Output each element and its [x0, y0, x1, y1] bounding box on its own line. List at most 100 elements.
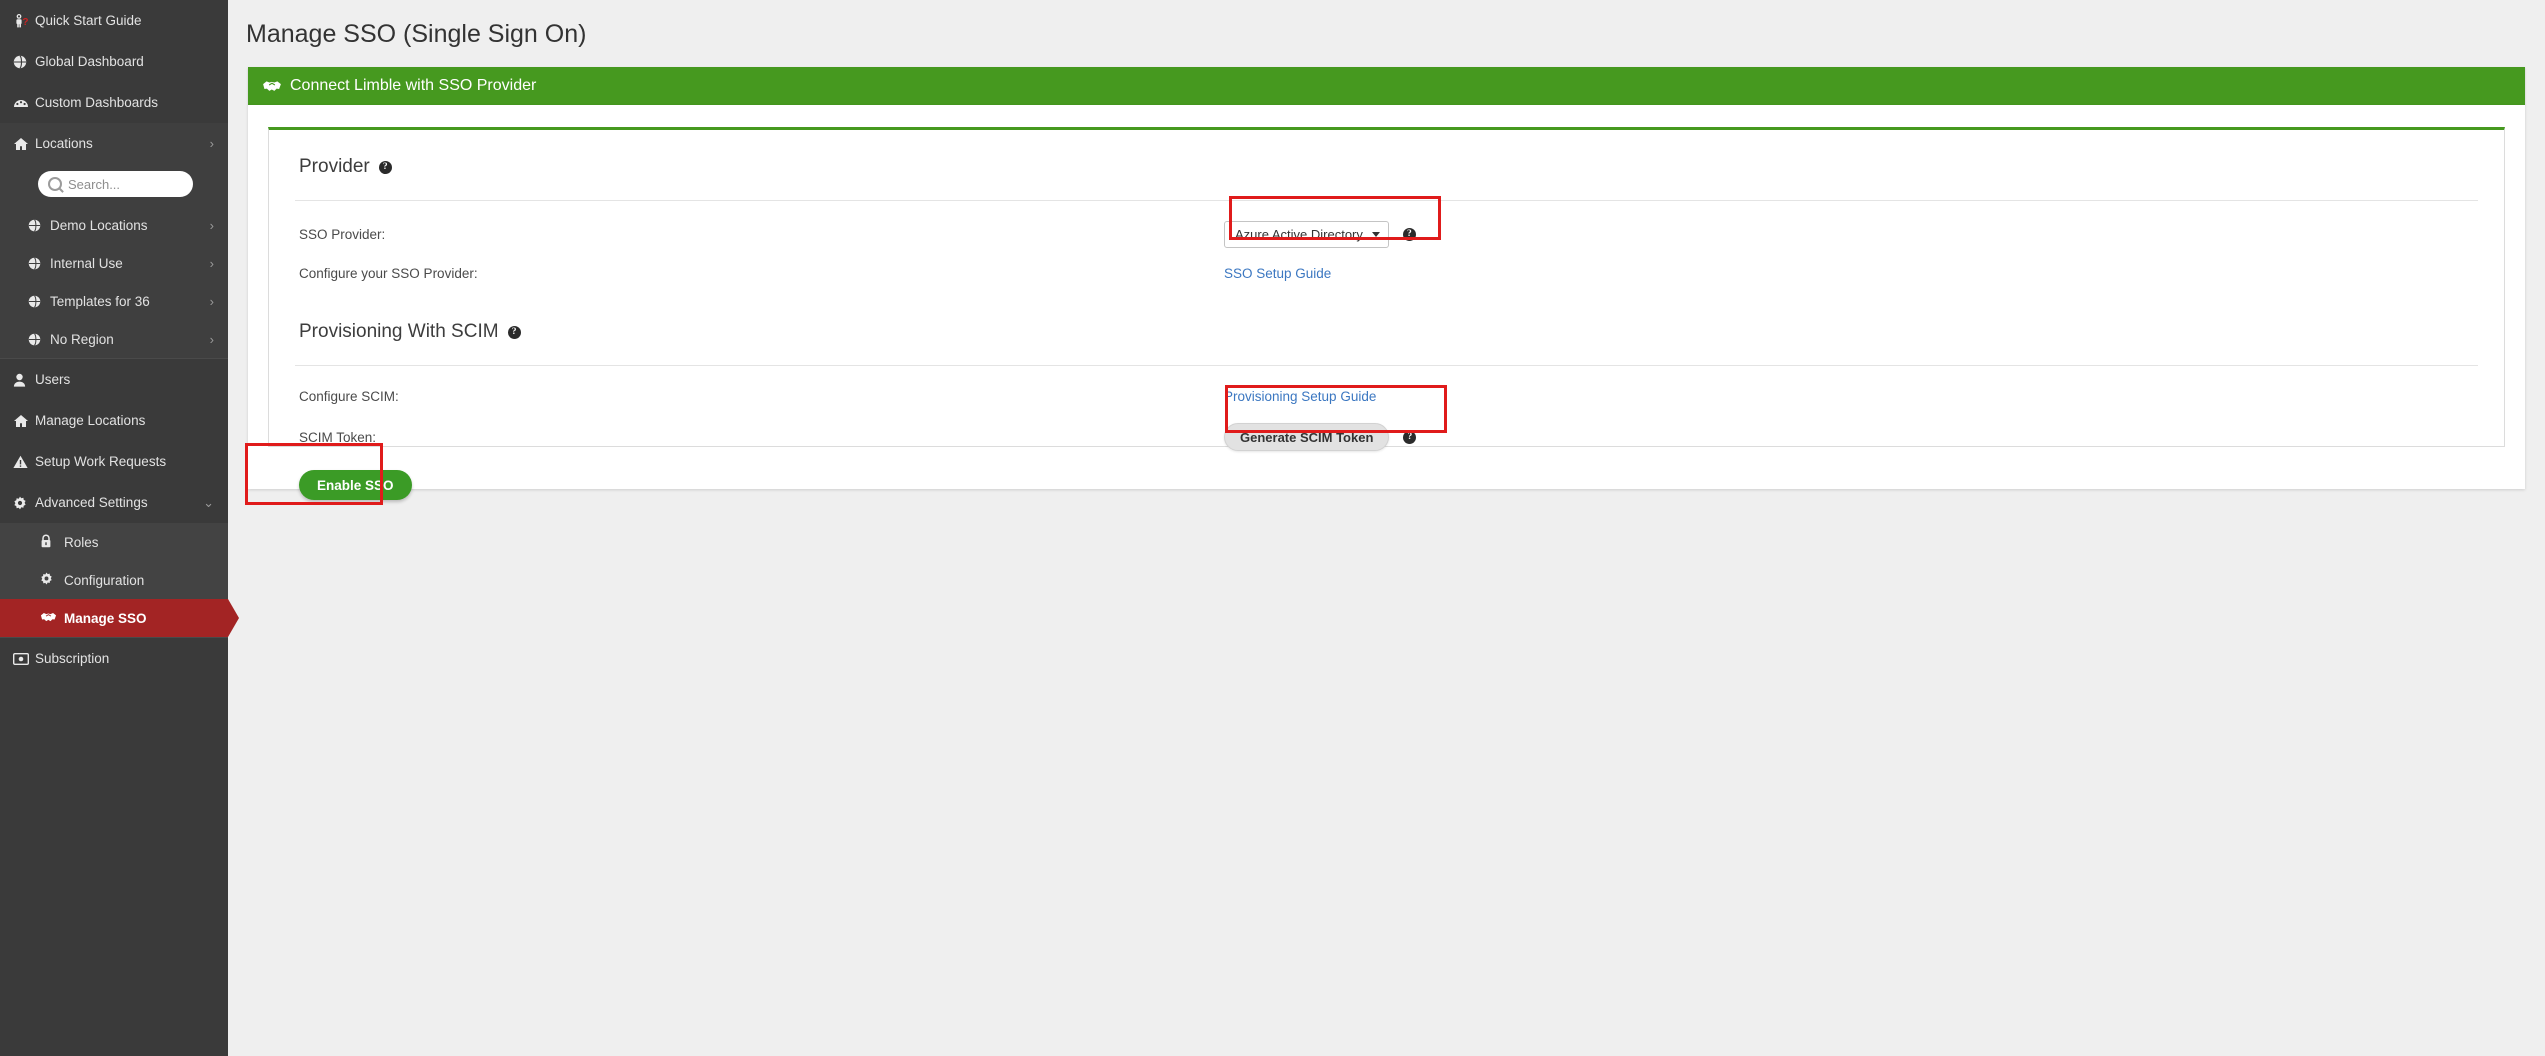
search-input[interactable]: Search... — [38, 171, 193, 197]
app-root: ? Quick Start Guide Global Dashboard Cus… — [0, 0, 2545, 1056]
sso-banner: Connect Limble with SSO Provider — [248, 67, 2525, 105]
card-icon — [13, 652, 35, 665]
advanced-settings-submenu: Roles Configuration Manage SSO — [0, 523, 228, 637]
configure-provider-value-wrap: SSO Setup Guide — [1224, 266, 1331, 281]
question-circle-icon[interactable]: ? — [378, 160, 392, 174]
sidebar-item-label: No Region — [50, 331, 114, 347]
sidebar: ? Quick Start Guide Global Dashboard Cus… — [0, 0, 228, 1056]
astronaut-question-icon: ? — [13, 13, 35, 29]
sidebar-item-quick-start-guide[interactable]: ? Quick Start Guide — [0, 0, 228, 41]
handshake-icon — [262, 79, 282, 93]
sidebar-item-global-dashboard[interactable]: Global Dashboard — [0, 41, 228, 82]
sidebar-item-label: Quick Start Guide — [35, 13, 142, 28]
chevron-right-icon: › — [209, 293, 214, 309]
configure-scim-value-wrap: Provisioning Setup Guide — [1224, 389, 1376, 404]
sidebar-item-manage-sso[interactable]: Manage SSO — [0, 599, 228, 637]
scim-token-help-icon[interactable]: ? — [1403, 430, 1417, 444]
sso-provider-row: SSO Provider: Azure Active Directory ? — [295, 211, 2478, 257]
globe-icon — [28, 256, 50, 270]
chevron-right-icon: › — [209, 217, 214, 233]
sidebar-item-configuration[interactable]: Configuration — [0, 561, 228, 599]
sidebar-item-subscription[interactable]: Subscription — [0, 638, 228, 679]
gear-icon — [13, 496, 35, 510]
provisioning-setup-guide-link[interactable]: Provisioning Setup Guide — [1224, 389, 1376, 404]
globe-icon — [13, 54, 35, 69]
scim-divider — [295, 365, 2478, 366]
page-title: Manage SSO (Single Sign On) — [246, 20, 587, 48]
chevron-right-icon: › — [209, 331, 214, 347]
sidebar-item-internal-use[interactable]: Internal Use › — [0, 244, 228, 282]
enable-sso-button[interactable]: Enable SSO — [299, 470, 412, 500]
search-icon — [48, 177, 62, 191]
sidebar-item-custom-dashboards[interactable]: Custom Dashboards — [0, 82, 228, 123]
configure-scim-row: Configure SCIM: Provisioning Setup Guide — [295, 378, 2478, 414]
sidebar-item-label: Setup Work Requests — [35, 454, 167, 469]
enable-sso-wrap: Enable SSO — [295, 460, 2478, 500]
gear-icon — [40, 572, 64, 588]
sidebar-item-setup-work-requests[interactable]: Setup Work Requests — [0, 441, 228, 482]
sidebar-search-wrap: Search... — [0, 164, 228, 206]
sidebar-item-roles[interactable]: Roles — [0, 523, 228, 561]
sidebar-item-label: Advanced Settings — [35, 495, 148, 510]
sidebar-item-label: Locations — [35, 136, 93, 151]
warning-icon — [13, 455, 35, 469]
globe-icon — [28, 332, 50, 346]
sidebar-item-label: Templates for 36 — [50, 293, 150, 309]
scim-section-heading: Provisioning With SCIM ? — [295, 289, 2478, 343]
sso-provider-help-icon[interactable]: ? — [1402, 227, 1416, 241]
sidebar-item-demo-locations[interactable]: Demo Locations › — [0, 206, 228, 244]
sidebar-item-locations[interactable]: Locations › — [0, 123, 228, 164]
sidebar-item-users[interactable]: Users — [0, 359, 228, 400]
scim-heading-text: Provisioning With SCIM — [299, 321, 499, 342]
sidebar-item-label: Global Dashboard — [35, 54, 144, 69]
scim-token-value-wrap: Generate SCIM Token ? — [1224, 423, 1417, 451]
chevron-right-icon: › — [209, 136, 214, 151]
chevron-down-icon — [1371, 231, 1380, 237]
configure-provider-label: Configure your SSO Provider: — [299, 265, 478, 281]
generate-scim-token-button[interactable]: Generate SCIM Token — [1224, 423, 1390, 451]
sso-provider-select[interactable]: Azure Active Directory — [1224, 220, 1389, 248]
chevron-right-icon: › — [209, 255, 214, 271]
configure-provider-row: Configure your SSO Provider: SSO Setup G… — [295, 257, 2478, 289]
sso-provider-selected-value: Azure Active Directory — [1235, 226, 1363, 242]
globe-icon — [28, 294, 50, 308]
sidebar-item-manage-locations[interactable]: Manage Locations — [0, 400, 228, 441]
handshake-icon — [40, 611, 64, 626]
svg-text:?: ? — [22, 17, 28, 28]
sidebar-item-label: Roles — [64, 534, 99, 550]
home-icon — [13, 137, 35, 151]
sso-card: Provider ? SSO Provider: Azure Active Di… — [245, 105, 2525, 505]
globe-icon — [28, 218, 50, 232]
provider-heading-text: Provider — [299, 156, 370, 177]
question-circle-icon[interactable]: ? — [507, 325, 521, 339]
home-icon — [13, 414, 35, 428]
gauge-icon — [13, 96, 35, 110]
sidebar-item-label: Internal Use — [50, 255, 123, 271]
sidebar-item-label: Manage SSO — [64, 610, 147, 626]
chevron-down-icon: ⌄ — [203, 494, 214, 510]
provider-section-heading: Provider ? — [295, 130, 2478, 178]
sso-provider-label: SSO Provider: — [299, 226, 386, 242]
sidebar-item-label: Demo Locations — [50, 217, 148, 233]
sidebar-item-manage-sso-wrap: Manage SSO — [0, 599, 228, 637]
main-content: Manage SSO (Single Sign On) Connect Limb… — [228, 0, 2545, 1056]
sidebar-item-templates-for-36[interactable]: Templates for 36 › — [0, 282, 228, 320]
sidebar-item-advanced-settings[interactable]: Advanced Settings ⌄ — [0, 482, 228, 523]
configure-scim-label: Configure SCIM: — [299, 388, 399, 404]
scim-token-label: SCIM Token: — [299, 429, 377, 445]
sso-provider-value-wrap: Azure Active Directory ? — [1224, 220, 1416, 248]
person-icon — [13, 373, 35, 387]
search-placeholder: Search... — [68, 176, 121, 192]
sidebar-item-label: Subscription — [35, 651, 110, 666]
sidebar-item-label: Users — [35, 372, 71, 387]
scim-token-row: SCIM Token: Generate SCIM Token ? — [295, 414, 2478, 460]
sidebar-item-no-region[interactable]: No Region › — [0, 320, 228, 358]
lock-icon — [40, 534, 64, 551]
sso-setup-guide-link[interactable]: SSO Setup Guide — [1224, 266, 1331, 281]
banner-title: Connect Limble with SSO Provider — [290, 77, 537, 94]
sso-inner-panel: Provider ? SSO Provider: Azure Active Di… — [245, 127, 2505, 505]
sidebar-item-label: Custom Dashboards — [35, 95, 159, 110]
provider-divider — [295, 200, 2478, 201]
sidebar-item-label: Manage Locations — [35, 413, 146, 428]
sidebar-item-label: Configuration — [64, 572, 145, 588]
